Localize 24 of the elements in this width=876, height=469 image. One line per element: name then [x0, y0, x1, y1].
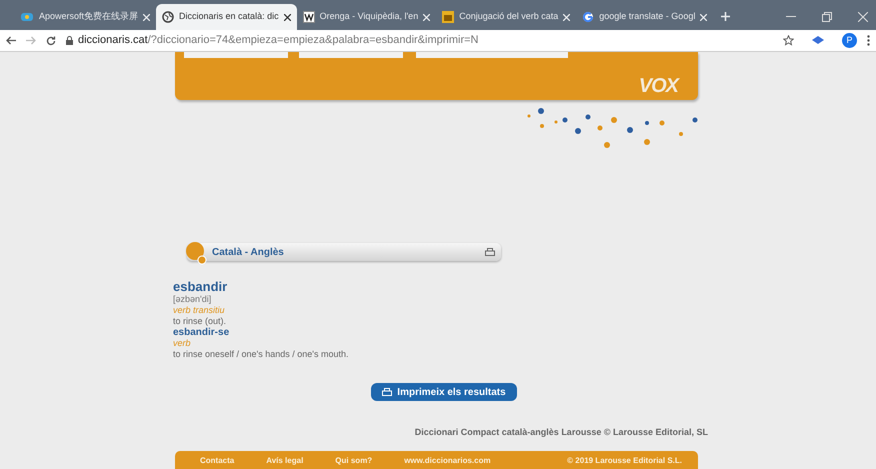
browser-tab[interactable]: Conjugació del verb cata: [436, 4, 576, 30]
tab-title: Conjugació del verb cata: [459, 10, 558, 24]
browser-tab[interactable]: Apowersoft免费在线录屏: [14, 4, 156, 30]
browser-tab[interactable]: Diccionaris en català: dic: [156, 4, 297, 30]
browser-tab[interactable]: google translate - Googl: [576, 4, 714, 30]
credit-text: Diccionari Compact català-anglès Larousse © Larousse Editorial, SL: [414, 426, 708, 439]
print-results-button[interactable]: Imprimeix els resultats: [371, 383, 517, 401]
address-field[interactable]: diccionaris.cat/?diccionario=74&empieza=empieza&palabra=esbandir&imprimir=N: [66, 32, 773, 49]
tab-title: Diccionaris en català: dic: [179, 10, 279, 24]
definition-text: to rinse (out).: [173, 316, 228, 327]
profile-avatar[interactable]: P: [842, 33, 857, 48]
definition-text: to rinse oneself / one's hands / one's mouth.: [173, 349, 349, 360]
tab-title: Apowersoft免费在线录屏: [39, 10, 138, 24]
browser-tab[interactable]: Orenga - Viquipèdia, l'en: [296, 4, 436, 30]
subentry-word: esbandir-se: [173, 327, 230, 338]
headword: esbandir: [173, 279, 228, 294]
copyright-text: © 2019 Larousse Editorial S.L.: [567, 455, 682, 467]
panel-title: Català - Anglès: [212, 246, 285, 260]
word-category: verb: [173, 338, 192, 349]
logo: VOX: [638, 74, 678, 99]
phonetic-transcription: [əzbən'di]: [173, 294, 212, 305]
tab-title: Orenga - Viquipèdia, l'en: [320, 10, 418, 24]
word-category: verb transitiu: [173, 305, 226, 316]
tab-title: google translate - Googl: [599, 10, 696, 24]
